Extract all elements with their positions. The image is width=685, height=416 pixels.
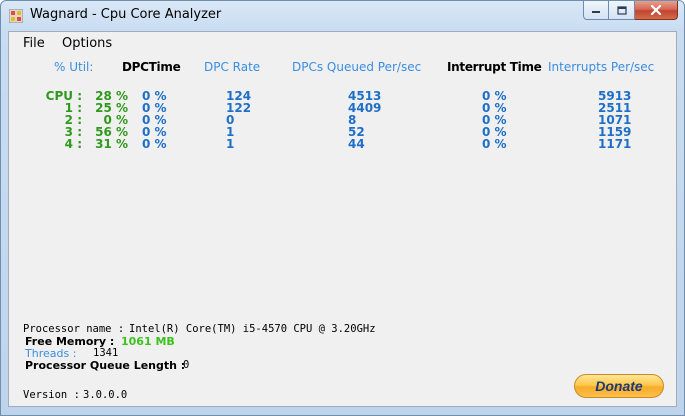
row-interrupt-time: 0 % (482, 137, 507, 151)
free-memory-value: 1061 MB (121, 335, 175, 348)
header-util: % Util: (54, 60, 94, 74)
version-value: 3.0.0.0 (83, 389, 128, 401)
row-interrupts: 1171 (598, 137, 632, 151)
app-window: Wagnard - Cpu Core Analyzer File Options… (0, 0, 685, 416)
donate-button[interactable]: Donate (574, 374, 664, 398)
processor-label: Processor name : (23, 323, 125, 335)
menu-file[interactable]: File (23, 36, 45, 51)
row-dpc-rate: 1 (226, 137, 235, 151)
row-label: 4 : (64, 137, 82, 151)
maximize-button[interactable] (609, 1, 635, 20)
maximize-icon (616, 5, 627, 15)
menu-options[interactable]: Options (62, 36, 112, 51)
header-interrupt-time: Interrupt Time (447, 60, 542, 74)
close-button[interactable] (635, 1, 678, 20)
processor-value: Intel(R) Core(TM) i5-4570 CPU @ 3.20GHz (129, 323, 376, 335)
header-dpc-time: DPCTime (122, 60, 181, 74)
table-row: 4 : 31 % 0 % 1 44 0 % 1171 (9, 138, 678, 150)
header-dpcs-queued: DPCs Queued Per/sec (292, 60, 422, 74)
title-bar[interactable]: Wagnard - Cpu Core Analyzer (1, 1, 684, 31)
version-label: Version : (23, 389, 80, 401)
header-dpc-rate: DPC Rate (204, 60, 261, 74)
queue-length-label: Processor Queue Length : (25, 359, 186, 372)
row-dpc-time: 0 % (142, 137, 167, 151)
menu-bar: File Options (9, 32, 676, 53)
row-util: 31 % (95, 137, 128, 151)
app-icon (9, 9, 23, 23)
window-controls (583, 1, 678, 21)
row-dpcs-queued: 44 (348, 137, 365, 151)
header-interrupts-per-sec: Interrupts Per/sec (548, 60, 655, 74)
client-area: File Options % Util: DPCTime DPC Rate DP… (8, 31, 677, 407)
close-icon (650, 5, 662, 15)
minimize-button[interactable] (583, 1, 609, 20)
window-title: Wagnard - Cpu Core Analyzer (30, 7, 222, 22)
threads-value: 1341 (93, 347, 119, 359)
queue-length-value: 0 (183, 359, 190, 371)
minimize-icon (592, 11, 600, 13)
